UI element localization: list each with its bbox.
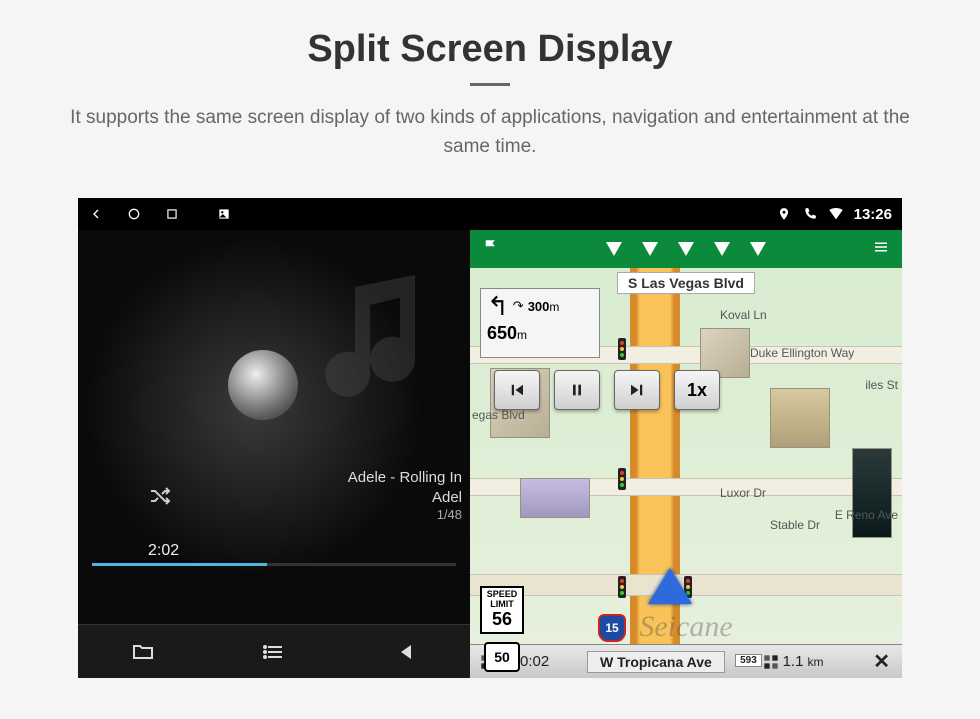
road-label: iles St [865,378,898,392]
lane-arrow-icon [714,242,730,256]
road-label: Duke Ellington Way [750,346,854,360]
lane-arrow-icon [606,242,622,256]
turn-instruction-box[interactable]: ↰ ↷ 300m 650m [480,288,600,358]
building [852,448,892,538]
address-number: 593 [735,654,762,667]
album-art-placeholder [228,350,298,420]
pause-button[interactable] [554,370,600,410]
next-turn-unit: m [549,300,559,314]
uturn-icon: ↷ [513,298,524,314]
next-step-button[interactable] [614,370,660,410]
previous-track-icon[interactable] [392,639,418,665]
turn-left-icon: ↰ [487,293,509,319]
dist-unit: km [807,655,823,669]
nav-bottom-bar: 0:02 W Tropicana Ave 593 1.1 km ✕ [470,644,902,678]
bottom-street-label: W Tropicana Ave 593 [587,651,725,673]
music-note-icon [310,260,460,410]
road-label: egas Blvd [472,408,525,422]
track-title: Adele - Rolling In [348,468,462,488]
road-label: Stable Dr [770,518,820,532]
lane-guidance-bar [470,230,902,268]
main-turn-distance: 650 [487,323,517,343]
track-info: Adele - Rolling In Adel 1/48 [348,468,462,524]
dist-group[interactable]: 1.1 km [753,653,834,670]
speed-limit-value: 56 [482,610,522,630]
recent-apps-icon[interactable] [164,206,180,222]
building [770,388,830,448]
lane-arrow-icon [750,242,766,256]
speed-button[interactable]: 1x [674,370,720,410]
traffic-light-icon [618,338,626,360]
page-title: Split Screen Display [0,28,980,71]
music-panel: Adele - Rolling In Adel 1/48 2:02 [78,230,470,678]
track-artist: Adel [348,488,462,508]
status-time: 13:26 [854,206,892,223]
progress-fill [92,563,267,566]
title-underline [470,83,510,86]
time-to-dest: 0:02 [520,653,549,670]
current-street-label: S Las Vegas Blvd [617,272,755,294]
lane-arrow-icon [678,242,694,256]
location-icon [776,206,792,222]
speed-limit-label: SPEED LIMIT [482,590,522,610]
phone-icon [802,206,818,222]
close-button[interactable]: ✕ [861,649,902,674]
route-shield: 50 [484,642,520,672]
road-label: Koval Ln [720,308,767,322]
progress-bar[interactable] [92,563,456,566]
picture-icon[interactable] [216,206,232,222]
traffic-light-icon [618,576,626,598]
dist-to-dest: 1.1 [783,653,804,670]
menu-icon[interactable] [872,238,890,261]
prev-step-button[interactable] [494,370,540,410]
playback-controls: 1x [494,370,720,410]
folder-icon[interactable] [130,639,156,665]
wifi-icon [828,206,844,222]
speed-limit-sign: SPEED LIMIT 56 [480,586,524,634]
road-label: E Reno Ave [835,508,898,522]
main-turn-unit: m [517,328,527,342]
lane-arrow-icon [642,242,658,256]
navigation-panel: S Las Vegas Blvd ↰ ↷ 300m 650m [470,230,902,678]
lane-arrows [606,242,766,256]
home-icon[interactable] [126,206,142,222]
music-toolbar [78,624,470,678]
road-label: Luxor Dr [720,486,766,500]
page-subtitle: It supports the same screen display of t… [50,104,930,161]
playlist-icon[interactable] [261,639,287,665]
flag-icon[interactable] [482,238,500,261]
next-turn-distance: 300 [528,299,550,314]
track-index: 1/48 [348,507,462,524]
traffic-light-icon [618,468,626,490]
watermark: Seicane [639,610,732,644]
vehicle-cursor-icon [648,568,692,604]
building [520,478,590,518]
elapsed-time: 2:02 [148,542,179,560]
shuffle-icon[interactable] [148,484,172,514]
back-icon[interactable] [88,206,104,222]
device-screenshot: 13:26 Adele - Rolling In Adel 1/48 2:02 [78,198,902,678]
android-status-bar: 13:26 [78,198,902,230]
interstate-shield: 15 [598,614,626,642]
